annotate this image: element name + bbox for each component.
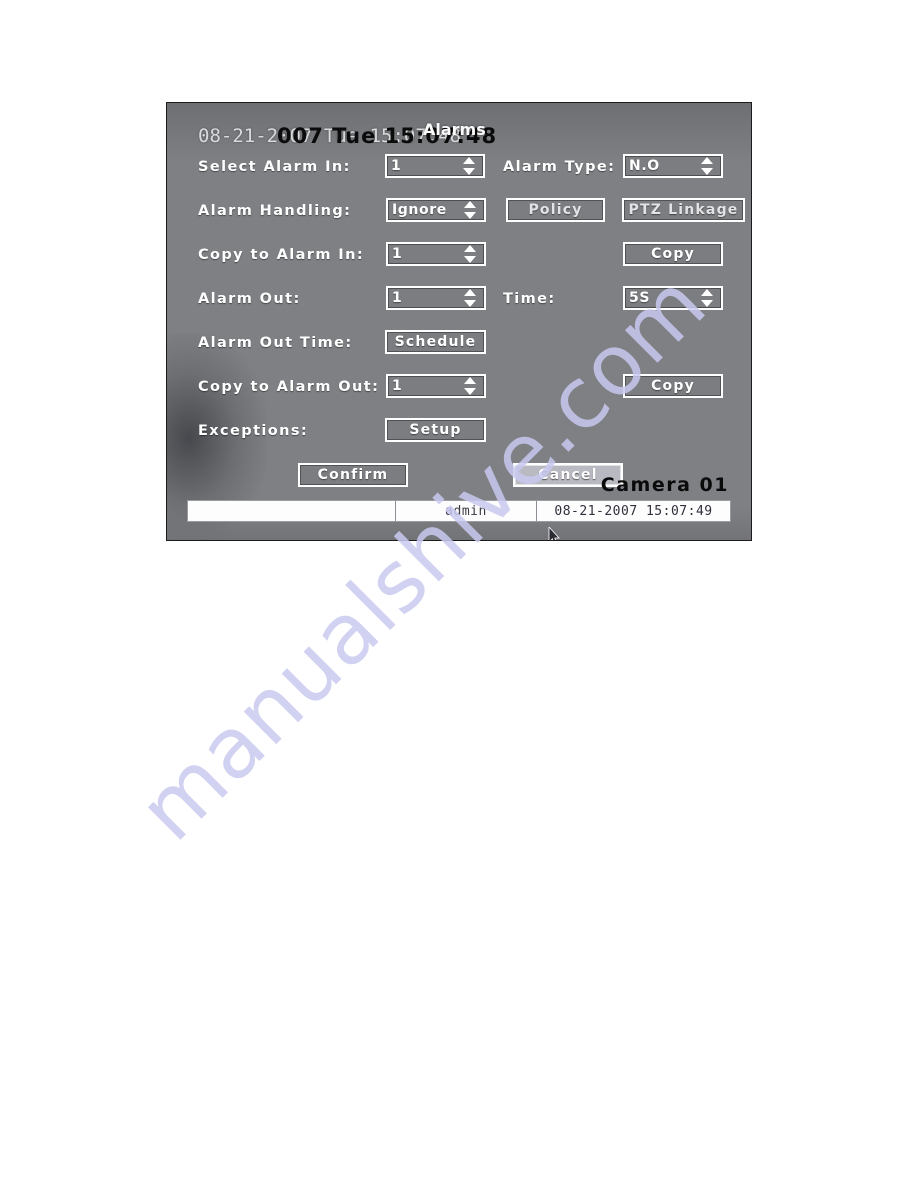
schedule-button-label: Schedule <box>394 334 477 350</box>
select-alarm-in-value: 1 <box>391 158 402 174</box>
copy-to-alarm-out-spinner[interactable]: 1 <box>386 374 486 398</box>
exceptions-label: Exceptions: <box>198 423 309 439</box>
confirm-button[interactable]: Confirm <box>298 463 408 487</box>
spinner-arrows-icon[interactable] <box>701 289 714 307</box>
alarm-type-label: Alarm Type: <box>503 159 616 175</box>
status-message-field[interactable] <box>188 501 396 521</box>
copy-alarm-in-button-label: Copy <box>651 246 695 262</box>
alarm-type-dropdown[interactable]: N.O <box>623 154 723 178</box>
copy-to-alarm-in-label: Copy to Alarm In: <box>198 247 365 263</box>
confirm-button-label: Confirm <box>317 467 389 483</box>
alarm-out-time-duration-label: Time: <box>503 291 556 307</box>
ptz-linkage-button-label: PTZ Linkage <box>628 202 739 218</box>
alarm-out-time-label: Alarm Out Time: <box>198 335 353 351</box>
spinner-arrows-icon[interactable] <box>464 201 477 219</box>
exceptions-setup-button-label: Setup <box>409 422 462 438</box>
copy-alarm-out-button[interactable]: Copy <box>623 374 723 398</box>
alarm-handling-value: Ignore <box>392 202 447 218</box>
policy-button-label: Policy <box>528 202 583 218</box>
alarm-type-value: N.O <box>629 158 660 174</box>
alarm-handling-dropdown[interactable]: Ignore <box>386 198 486 222</box>
alarm-out-value: 1 <box>392 290 403 306</box>
page-title: Alarms <box>423 120 486 139</box>
spinner-arrows-icon[interactable] <box>464 245 477 263</box>
spinner-arrows-icon[interactable] <box>701 157 714 175</box>
exceptions-setup-button[interactable]: Setup <box>385 418 486 442</box>
select-alarm-in-label: Select Alarm In: <box>198 159 351 175</box>
alarm-out-spinner[interactable]: 1 <box>386 286 486 310</box>
schedule-button[interactable]: Schedule <box>385 330 486 354</box>
camera-caption: Camera 01 <box>600 474 729 496</box>
status-bar: admin 08-21-2007 15:07:49 <box>187 500 731 522</box>
ptz-linkage-button[interactable]: PTZ Linkage <box>622 198 745 222</box>
status-user-label: admin <box>396 501 537 521</box>
alarm-settings-form: Select Alarm In: 1 Alarm Type: N.O Alarm… <box>167 103 751 487</box>
status-datetime-label: 08-21-2007 15:07:49 <box>537 501 730 521</box>
copy-to-alarm-out-value: 1 <box>392 378 403 394</box>
copy-to-alarm-in-value: 1 <box>392 246 403 262</box>
alarm-out-label: Alarm Out: <box>198 291 301 307</box>
alarm-out-duration-value: 5S <box>629 290 651 306</box>
spinner-arrows-icon[interactable] <box>463 157 476 175</box>
select-alarm-in-spinner[interactable]: 1 <box>385 154 485 178</box>
dvr-menu-screen: 08-21-2007 Tue 15:07:48 007 Tue 15:07:48… <box>166 102 752 541</box>
copy-to-alarm-out-label: Copy to Alarm Out: <box>198 379 380 395</box>
policy-button[interactable]: Policy <box>506 198 605 222</box>
spinner-arrows-icon[interactable] <box>464 377 477 395</box>
spinner-arrows-icon[interactable] <box>464 289 477 307</box>
copy-alarm-out-button-label: Copy <box>651 378 695 394</box>
alarm-handling-label: Alarm Handling: <box>198 203 352 219</box>
copy-to-alarm-in-spinner[interactable]: 1 <box>386 242 486 266</box>
alarm-out-duration-dropdown[interactable]: 5S <box>623 286 723 310</box>
copy-alarm-in-button[interactable]: Copy <box>623 242 723 266</box>
